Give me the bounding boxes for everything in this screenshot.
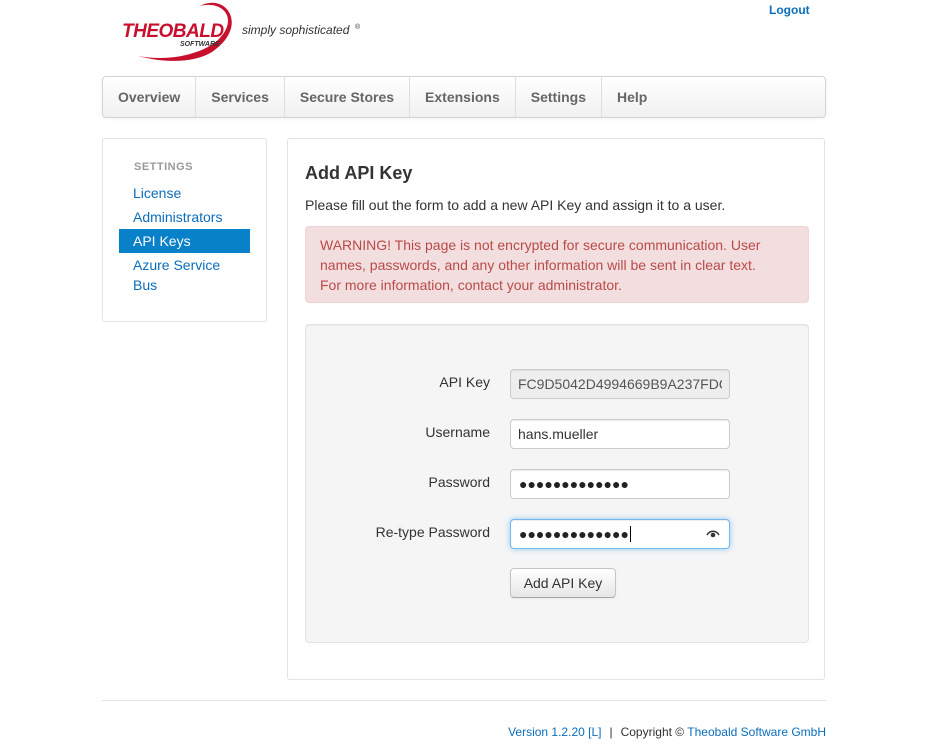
- sidebar-item-azure-service-bus[interactable]: Azure Service Bus: [119, 253, 250, 297]
- retype-password-field[interactable]: ●●●●●●●●●●●●●: [510, 519, 730, 549]
- retype-password-label: Re-type Password: [375, 524, 490, 540]
- tagline-mark: ®: [355, 23, 361, 31]
- sidebar-item-label-line1: Azure Service: [133, 257, 221, 273]
- theobald-logo: THEOBALD SOFTWARE simply sophisticated ®: [118, 0, 368, 64]
- password-mask: ●●●●●●●●●●●●●: [519, 476, 629, 492]
- add-api-key-button[interactable]: Add API Key: [510, 568, 616, 598]
- logo-tagline: simply sophisticated: [242, 23, 350, 37]
- main-navbar: Overview Services Secure Stores Extensio…: [102, 76, 826, 118]
- main-panel: Add API Key Please fill out the form to …: [287, 138, 825, 680]
- alert-line-3: For more information, contact your admin…: [320, 277, 622, 293]
- logo-graphic: THEOBALD SOFTWARE simply sophisticated ®: [122, 2, 361, 61]
- logo-text: THEOBALD: [122, 21, 224, 42]
- alert-line-1: WARNING! This page is not encrypted for …: [320, 237, 761, 253]
- footer-divider: [102, 700, 826, 701]
- sidebar-item-label-line2: Bus: [133, 277, 158, 293]
- add-api-key-form: API Key Username Password ●●●●●●●●●●●●● …: [305, 324, 809, 643]
- version-link[interactable]: Version 1.2.20 [L]: [508, 725, 601, 739]
- footer: Version 1.2.20 [L] | Copyright © Theobald …: [508, 725, 826, 739]
- sidebar-item-api-keys[interactable]: API Keys: [119, 229, 250, 253]
- sidebar-item-administrators[interactable]: Administrators: [119, 205, 250, 229]
- api-key-label: API Key: [439, 374, 490, 390]
- alert-line-2: names, passwords, and any other informat…: [320, 257, 756, 273]
- nav-help[interactable]: Help: [602, 77, 662, 117]
- password-field[interactable]: ●●●●●●●●●●●●●: [510, 469, 730, 499]
- footer-separator: |: [609, 725, 613, 739]
- intro-text: Please fill out the form to add a new AP…: [305, 197, 726, 213]
- sidebar-item-license[interactable]: License: [119, 181, 250, 205]
- nav-extensions[interactable]: Extensions: [410, 77, 516, 117]
- retype-password-mask: ●●●●●●●●●●●●●: [519, 526, 631, 542]
- logout-link[interactable]: Logout: [769, 3, 810, 17]
- nav-overview[interactable]: Overview: [103, 77, 197, 117]
- text-caret: [629, 526, 631, 542]
- username-label: Username: [425, 424, 490, 440]
- nav-services[interactable]: Services: [196, 77, 285, 117]
- password-label: Password: [428, 474, 490, 490]
- reveal-password-icon[interactable]: [706, 528, 720, 540]
- nav-secure-stores[interactable]: Secure Stores: [285, 77, 411, 117]
- page-title: Add API Key: [305, 163, 413, 183]
- api-key-field[interactable]: [510, 369, 730, 399]
- settings-sidebar: SETTINGS License Administrators API Keys…: [102, 138, 267, 322]
- company-link[interactable]: Theobald Software GmbH: [687, 725, 826, 739]
- nav-settings[interactable]: Settings: [516, 77, 602, 117]
- username-field[interactable]: [510, 419, 730, 449]
- warning-alert: WARNING! This page is not encrypted for …: [305, 226, 809, 303]
- logo-subtext: SOFTWARE: [180, 41, 220, 48]
- copyright-text: Copyright ©: [620, 725, 685, 739]
- retype-password-dots: ●●●●●●●●●●●●●: [519, 526, 629, 542]
- sidebar-header: SETTINGS: [134, 161, 194, 173]
